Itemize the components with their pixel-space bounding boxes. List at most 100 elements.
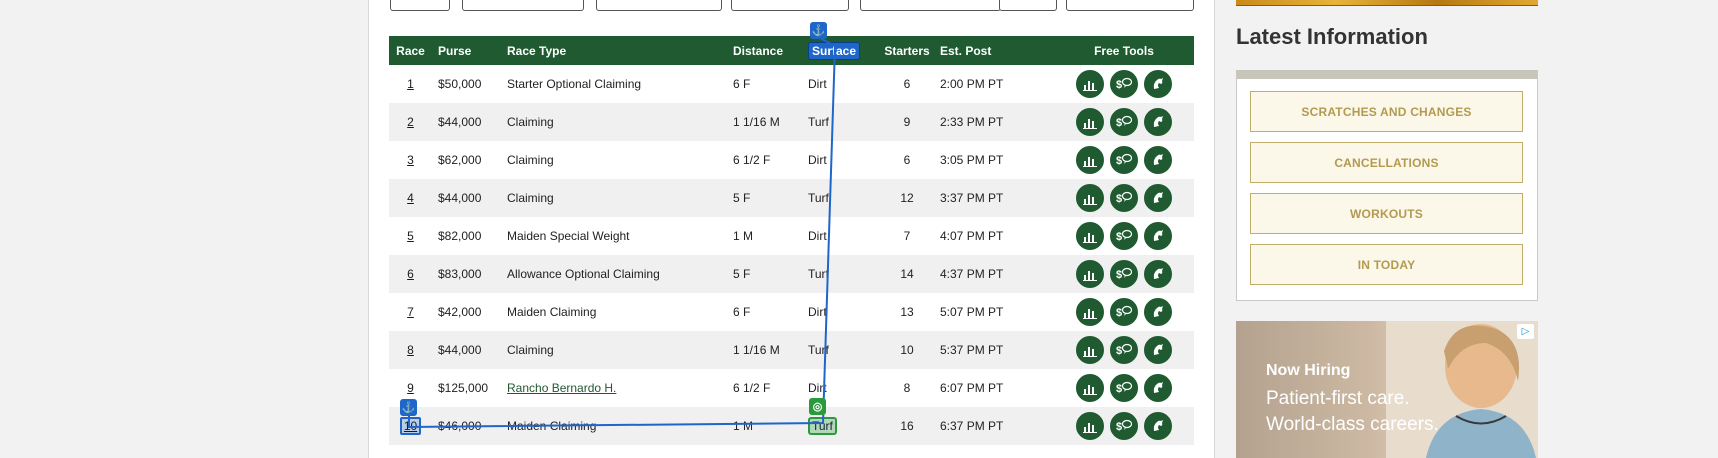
dollar-speech-icon[interactable]: $ — [1110, 260, 1138, 288]
starters-cell: 6 — [903, 77, 911, 91]
svg-text:$: $ — [1116, 79, 1122, 91]
free-tools-cell: $ — [1054, 407, 1194, 445]
bar-chart-icon[interactable] — [1076, 222, 1104, 250]
dollar-speech-icon[interactable]: $ — [1110, 298, 1138, 326]
race-type-text[interactable]: Rancho Bernardo H. — [507, 381, 616, 395]
horse-icon[interactable] — [1144, 298, 1172, 326]
dollar-speech-icon[interactable]: $ — [1110, 184, 1138, 212]
bar-chart-icon[interactable] — [1076, 70, 1104, 98]
starters-column-header[interactable]: Starters — [874, 36, 940, 65]
bar-chart-icon[interactable] — [1076, 412, 1104, 440]
est-post-cell: 6:37 PM PT — [940, 419, 1004, 433]
dollar-speech-icon[interactable]: $ — [1110, 412, 1138, 440]
surface-text: Turf — [808, 343, 829, 357]
race-card-panel: Race Purse Race Type Distance Surface St… — [368, 0, 1215, 458]
horse-icon[interactable] — [1144, 374, 1172, 402]
surface-cell: Turf — [808, 179, 874, 217]
free-tools-cell: $ — [1054, 293, 1194, 331]
race-type-text: Claiming — [507, 191, 554, 205]
target-icon: ◎ — [809, 398, 826, 415]
horse-icon[interactable] — [1144, 336, 1172, 364]
bar-chart-icon[interactable] — [1076, 146, 1104, 174]
race-number-link[interactable]: 8 — [407, 343, 414, 357]
free-tools-cell: $ — [1054, 179, 1194, 217]
surface-text: Dirt — [808, 381, 827, 395]
starters-cell: 14 — [900, 267, 914, 281]
purse-cell: $83,000 — [438, 267, 482, 281]
horse-icon[interactable] — [1144, 260, 1172, 288]
bar-chart-icon[interactable] — [1076, 108, 1104, 136]
distance-cell: 6 1/2 F — [733, 381, 771, 395]
filter-field[interactable] — [1066, 0, 1194, 11]
top-banner-ad[interactable] — [1236, 0, 1538, 6]
race-number-link[interactable]: 3 — [407, 153, 414, 167]
horse-icon[interactable] — [1144, 108, 1172, 136]
race-type-text: Starter Optional Claiming — [507, 77, 642, 91]
race-column-header[interactable]: Race — [389, 36, 432, 65]
race-number-link[interactable]: 2 — [407, 115, 414, 129]
bar-chart-icon[interactable] — [1076, 260, 1104, 288]
race-type-cell: Claiming — [507, 331, 733, 369]
race-number-link[interactable]: 1 — [407, 77, 414, 91]
dollar-speech-icon[interactable]: $ — [1110, 374, 1138, 402]
bar-chart-icon[interactable] — [1076, 298, 1104, 326]
purse-column-header[interactable]: Purse — [432, 36, 507, 65]
surface-text: Dirt — [808, 305, 827, 319]
scratches-and-changes-button[interactable]: SCRATCHES AND CHANGES — [1250, 91, 1523, 132]
filter-field[interactable] — [860, 0, 1001, 11]
est-post-cell: 6:07 PM PT — [940, 381, 1004, 395]
dollar-speech-icon[interactable]: $ — [1110, 108, 1138, 136]
race-number-link[interactable]: 4 — [407, 191, 414, 205]
bar-chart-icon[interactable] — [1076, 374, 1104, 402]
surface-cell: Dirt — [808, 217, 874, 255]
race-number-link[interactable]: 5 — [407, 229, 414, 243]
horse-icon[interactable] — [1144, 412, 1172, 440]
race-number-cell: 7 — [389, 293, 432, 331]
filter-field[interactable] — [390, 0, 450, 11]
race-number-link[interactable]: 6 — [407, 267, 414, 281]
table-row: 10 $46,000 Maiden Claiming 1 M Turf 16 6:37 PM… — [389, 407, 1194, 445]
workouts-button[interactable]: WORKOUTS — [1250, 193, 1523, 234]
latest-information-title: Latest Information — [1236, 24, 1428, 49]
purse-cell: $50,000 — [438, 77, 482, 91]
race-type-column-header[interactable]: Race Type — [507, 36, 733, 65]
starters-cell: 6 — [903, 153, 911, 167]
filter-field[interactable] — [999, 0, 1057, 11]
race-type-text: Maiden Claiming — [507, 419, 597, 433]
race-number-link[interactable]: 9 — [407, 381, 414, 395]
filter-field[interactable] — [731, 0, 849, 11]
svg-text:$: $ — [1116, 193, 1122, 205]
adchoices-icon[interactable]: ▷ — [1517, 324, 1534, 339]
cancellations-button[interactable]: CANCELLATIONS — [1250, 142, 1523, 183]
dollar-speech-icon[interactable]: $ — [1110, 146, 1138, 174]
race-number-cell: 1 — [389, 65, 432, 103]
surface-cell: Dirt — [808, 293, 874, 331]
dollar-speech-icon[interactable]: $ — [1110, 336, 1138, 364]
race-number-link[interactable]: 10 — [399, 417, 422, 435]
ad-heading: Now Hiring — [1266, 362, 1351, 379]
bar-chart-icon[interactable] — [1076, 336, 1104, 364]
dollar-speech-icon[interactable]: $ — [1110, 222, 1138, 250]
svg-text:$: $ — [1116, 269, 1122, 281]
surface-column-header-cell[interactable]: Surface — [808, 36, 874, 65]
horse-icon[interactable] — [1144, 146, 1172, 174]
est-post-cell: 4:37 PM PT — [940, 267, 1004, 281]
horse-icon[interactable] — [1144, 222, 1172, 250]
dollar-speech-icon[interactable]: $ — [1110, 70, 1138, 98]
purse-cell: $82,000 — [438, 229, 482, 243]
distance-column-header[interactable]: Distance — [733, 36, 808, 65]
filter-field[interactable] — [596, 0, 722, 11]
table-row: 1 $50,000 Starter Optional Claiming 6 F Dirt… — [389, 65, 1194, 103]
horse-icon[interactable] — [1144, 184, 1172, 212]
free-tools-cell: $ — [1054, 103, 1194, 141]
horse-icon[interactable] — [1144, 70, 1172, 98]
hiring-ad[interactable]: Now Hiring Patient-first care. World-cla… — [1236, 321, 1538, 458]
filter-field[interactable] — [462, 0, 584, 11]
bar-chart-icon[interactable] — [1076, 184, 1104, 212]
race-number-cell: 6 — [389, 255, 432, 293]
surface-column-header[interactable]: Surface — [808, 41, 861, 60]
race-number-link[interactable]: 7 — [407, 305, 414, 319]
free-tools-cell: $ — [1054, 141, 1194, 179]
est-post-column-header[interactable]: Est. Post — [940, 36, 1054, 65]
in-today-button[interactable]: IN TODAY — [1250, 244, 1523, 285]
